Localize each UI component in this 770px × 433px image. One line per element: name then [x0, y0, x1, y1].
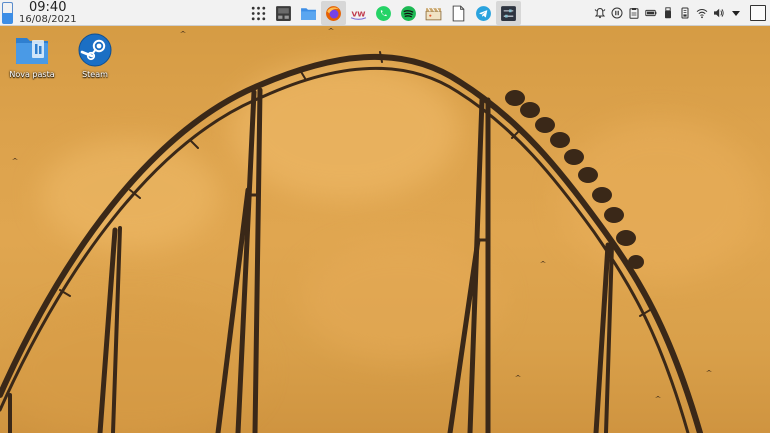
desktop-icon-label: Nova pasta — [9, 70, 55, 79]
spotify-icon — [401, 5, 416, 21]
desktop-icon-label: Steam — [82, 70, 108, 79]
file-manager-button[interactable] — [296, 1, 321, 25]
text-document-button[interactable] — [446, 1, 471, 25]
vivaldi-button[interactable]: VW — [346, 1, 371, 25]
show-desktop-button[interactable] — [750, 5, 766, 21]
volume-button[interactable] — [710, 1, 727, 25]
desktop-icon-new-folder[interactable]: Nova pasta — [2, 32, 62, 79]
settings-button[interactable] — [496, 1, 521, 25]
system-monitor-button[interactable] — [271, 1, 296, 25]
notifications-button[interactable] — [591, 1, 608, 25]
desktop-icon-steam[interactable]: Steam — [65, 32, 125, 79]
folder-icon — [16, 38, 48, 64]
clock-time: 09:40 — [29, 0, 67, 15]
tray-expand-button[interactable] — [727, 1, 744, 25]
vivaldi-icon: VW — [350, 9, 367, 20]
folder-icon — [301, 7, 316, 20]
system-tray — [591, 1, 766, 25]
usb-device-button[interactable] — [659, 1, 676, 25]
grid-icon — [251, 6, 266, 20]
firefox-button[interactable] — [321, 1, 346, 25]
clock-widget[interactable]: 09:40 16/08/2021 — [19, 1, 77, 25]
telegram-icon — [476, 5, 491, 21]
usb-device-icon — [664, 7, 671, 19]
storage-icon — [681, 7, 688, 19]
battery-icon — [644, 9, 656, 17]
svg-text:VW: VW — [352, 9, 366, 18]
whatsapp-button[interactable] — [371, 1, 396, 25]
desktop-screen: 09:40 16/08/2021 VW Nova pasta Steam — [0, 0, 770, 433]
steam-icon — [78, 33, 112, 67]
application-menu-button[interactable] — [2, 2, 14, 24]
media-player-icon — [611, 7, 622, 19]
clock-date: 16/08/2021 — [19, 14, 77, 25]
top-panel: 09:40 16/08/2021 VW — [0, 0, 770, 26]
whatsapp-icon — [376, 5, 391, 21]
firefox-icon — [326, 5, 341, 21]
spotify-button[interactable] — [396, 1, 421, 25]
clipboard-icon — [629, 8, 638, 19]
video-editor-button[interactable] — [421, 1, 446, 25]
volume-icon — [713, 8, 724, 18]
sliders-icon — [501, 5, 516, 21]
document-icon — [452, 5, 465, 21]
taskbar: VW — [246, 1, 521, 25]
app-grid-button[interactable] — [246, 1, 271, 25]
storage-button[interactable] — [676, 1, 693, 25]
wifi-button[interactable] — [693, 1, 710, 25]
clipboard-button[interactable] — [625, 1, 642, 25]
clapperboard-icon — [425, 7, 442, 20]
media-player-button[interactable] — [608, 1, 625, 25]
telegram-button[interactable] — [471, 1, 496, 25]
tray-expand-icon — [731, 11, 740, 16]
notifications-icon — [594, 7, 605, 19]
wifi-icon — [696, 9, 707, 19]
monitor-icon — [276, 5, 291, 21]
battery-button[interactable] — [642, 1, 659, 25]
